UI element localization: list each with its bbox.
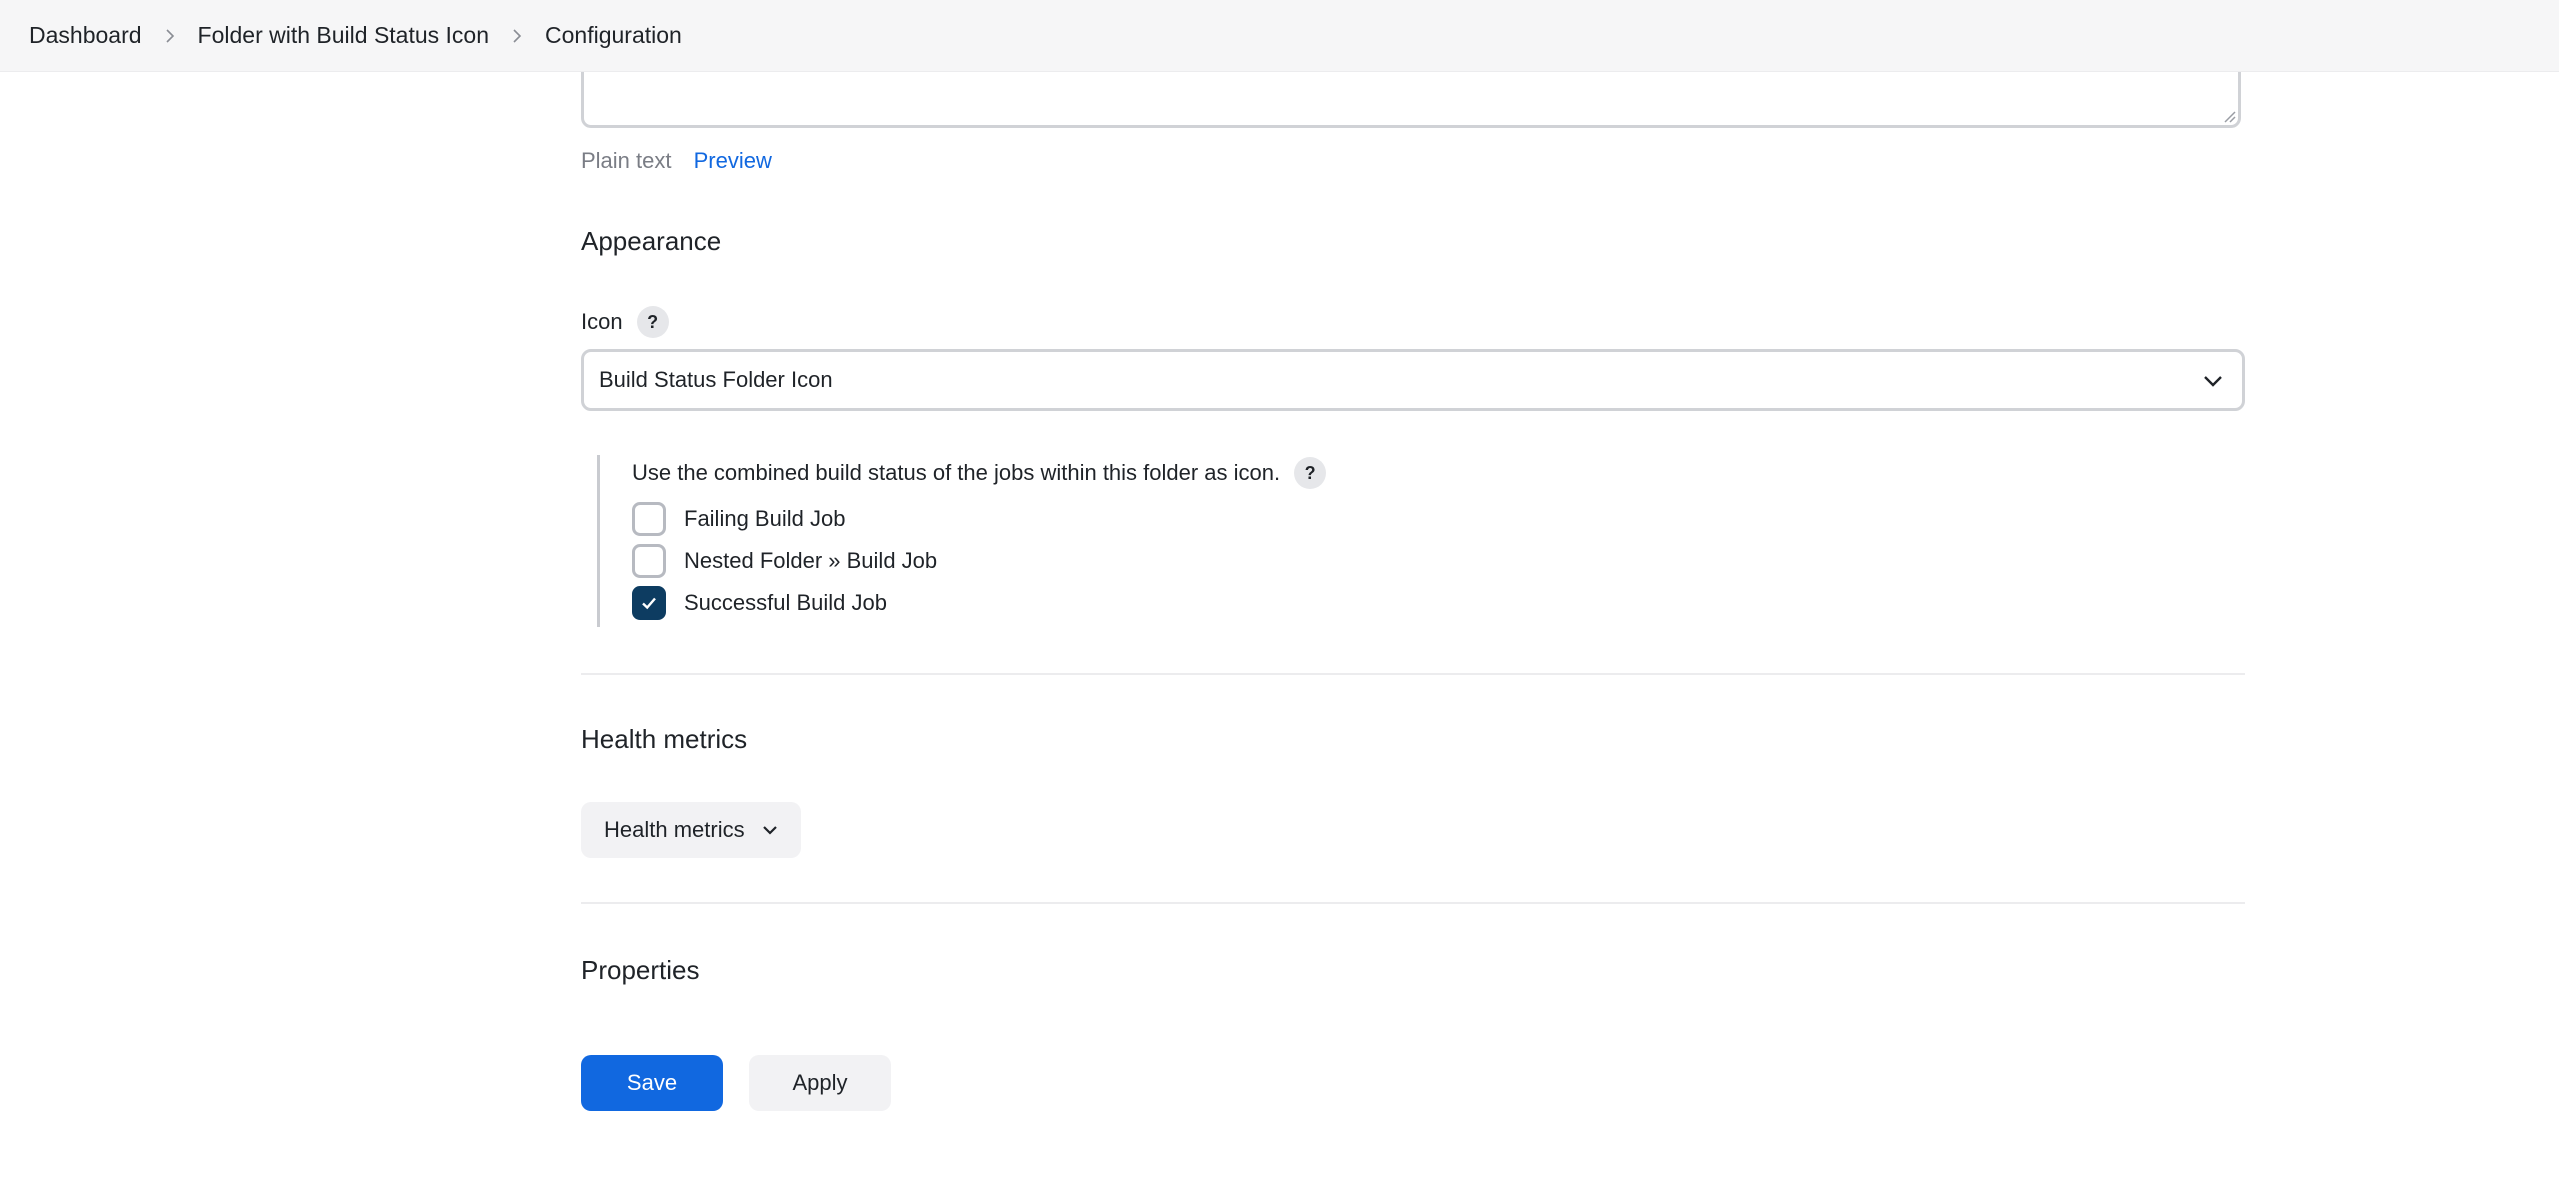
build-status-options: Use the combined build status of the job… — [597, 455, 2245, 627]
job-checkbox[interactable] — [632, 544, 666, 578]
build-status-description-text: Use the combined build status of the job… — [632, 460, 1281, 485]
icon-select-value: Build Status Folder Icon — [599, 367, 833, 392]
chevron-right-icon — [142, 21, 198, 51]
help-icon[interactable]: ? — [636, 306, 669, 338]
icon-label: Icon — [581, 309, 623, 334]
health-metrics-button-label: Health metrics — [604, 817, 745, 842]
apply-button[interactable]: Apply — [749, 1055, 891, 1111]
icon-select[interactable]: Build Status Folder Icon — [581, 349, 2245, 411]
divider — [581, 673, 2245, 675]
resize-handle-icon[interactable] — [2220, 107, 2236, 123]
job-checkbox-row[interactable]: Nested Folder » Build Job — [632, 544, 937, 578]
breadcrumb-dashboard[interactable]: Dashboard — [29, 22, 142, 49]
format-plain-text: Plain text — [581, 148, 672, 173]
help-icon[interactable]: ? — [1294, 457, 1327, 489]
section-title-properties: Properties — [581, 955, 700, 985]
divider — [581, 902, 2245, 904]
job-checkbox[interactable] — [632, 586, 666, 620]
description-format: Plain text Preview — [581, 148, 772, 174]
job-checkbox-label: Nested Folder » Build Job — [684, 548, 938, 573]
section-title-appearance: Appearance — [581, 226, 722, 256]
save-button[interactable]: Save — [581, 1055, 723, 1111]
breadcrumb: Dashboard Folder with Build Status Icon … — [0, 0, 2559, 72]
chevron-down-icon — [2204, 376, 2222, 387]
check-icon — [642, 597, 656, 610]
chevron-right-icon — [489, 21, 545, 51]
job-checkbox[interactable] — [632, 502, 666, 536]
icon-field-label: Icon ? — [581, 306, 669, 338]
chevron-down-icon — [762, 826, 777, 835]
health-metrics-button[interactable]: Health metrics — [581, 802, 801, 858]
preview-link[interactable]: Preview — [694, 148, 772, 173]
build-status-description: Use the combined build status of the job… — [632, 455, 1327, 491]
section-title-health-metrics: Health metrics — [581, 724, 748, 754]
breadcrumb-configuration[interactable]: Configuration — [545, 22, 682, 49]
job-checkbox-row[interactable]: Successful Build Job — [632, 586, 887, 620]
breadcrumb-folder[interactable]: Folder with Build Status Icon — [198, 22, 489, 49]
job-checkbox-label: Successful Build Job — [684, 590, 887, 615]
job-checkbox-label: Failing Build Job — [684, 506, 846, 531]
job-checkbox-row[interactable]: Failing Build Job — [632, 502, 845, 536]
